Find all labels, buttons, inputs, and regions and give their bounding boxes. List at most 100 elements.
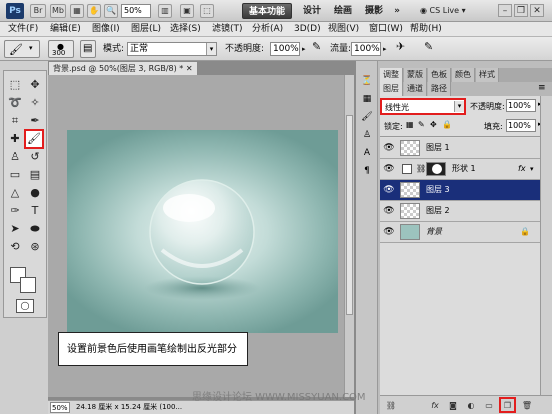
paragraph-panel-icon[interactable]: ¶	[360, 165, 374, 177]
layer-row-selected[interactable]: 👁 图层 3	[380, 180, 540, 201]
layer-opacity-input[interactable]: 100%	[506, 99, 536, 112]
tab-channels[interactable]: 通道	[404, 82, 427, 96]
menu-analysis[interactable]: 分析(A)	[252, 22, 283, 37]
healing-brush-tool-icon[interactable]: ✚	[6, 131, 24, 147]
hand-tool-icon[interactable]	[6, 249, 24, 265]
layers-scrollbar[interactable]	[540, 96, 552, 414]
menu-image[interactable]: 图像(I)	[92, 22, 120, 37]
flow-input[interactable]: 100%	[351, 42, 381, 56]
clone-source-panel-icon[interactable]: ♙	[360, 129, 374, 141]
eye-icon[interactable]: 👁	[383, 163, 395, 175]
brush-panel-toggle[interactable]: ▤	[80, 40, 96, 58]
dodge-tool-icon[interactable]: ●	[26, 185, 44, 201]
layer-row[interactable]: 👁 图层 1	[380, 138, 540, 159]
zoom-level-field[interactable]: 50%	[121, 4, 151, 18]
restore-button[interactable]: ❐	[514, 4, 528, 17]
screen-mode-button[interactable]: ▣	[180, 4, 194, 18]
workspace-design-button[interactable]: 设计	[299, 3, 325, 19]
extras-button[interactable]: ⬚	[200, 4, 214, 18]
opacity-slider-arrow[interactable]: ▸	[302, 43, 306, 55]
blend-mode-select[interactable]: 线性光 ▾	[380, 98, 466, 115]
type-tool-icon[interactable]: T	[26, 203, 44, 219]
eye-icon[interactable]: 👁	[383, 226, 395, 238]
shape-tool-icon[interactable]: ⬬	[26, 221, 44, 237]
eye-icon[interactable]: 👁	[383, 184, 395, 196]
tab-adjustments[interactable]: 调整	[380, 68, 403, 82]
layer-row[interactable]: 👁 图层 2	[380, 201, 540, 222]
tab-layers[interactable]: 图层	[380, 82, 403, 96]
menu-layer[interactable]: 图层(L)	[131, 22, 161, 37]
flow-slider-arrow[interactable]: ▸	[383, 43, 387, 55]
fill-input[interactable]: 100%	[506, 119, 536, 132]
adjustment-layer-icon[interactable]: ◐	[464, 399, 478, 412]
chevron-down-icon[interactable]: ▾	[530, 163, 534, 175]
quick-select-tool-icon[interactable]: ✧	[26, 95, 44, 111]
clone-stamp-tool-icon[interactable]: ♙	[6, 149, 24, 165]
brush-presets-panel-icon[interactable]: 🖌	[360, 111, 374, 123]
lasso-tool-icon[interactable]: ➰	[6, 95, 24, 111]
history-panel-icon[interactable]: ⏳	[360, 75, 374, 87]
brush-tool-icon[interactable]: 🖌	[24, 129, 44, 149]
add-mask-icon[interactable]: ◙	[446, 399, 460, 412]
history-brush-tool-icon[interactable]: ↺	[26, 149, 44, 165]
gradient-tool-icon[interactable]: ▤	[26, 167, 44, 183]
arrange-docs-button[interactable]: ▥	[158, 4, 172, 18]
delete-layer-icon[interactable]: 🗑	[520, 399, 534, 412]
close-icon[interactable]: ✕	[183, 64, 193, 73]
document-tab[interactable]: 背景.psd @ 50%(图层 3, RGB/8) * ✕	[48, 61, 198, 75]
mini-bridge-button[interactable]: Mb	[50, 4, 66, 18]
3d-orbit-tool-icon[interactable]: ⊛	[26, 239, 44, 255]
bridge-button[interactable]: Br	[30, 4, 46, 18]
lock-position-icon[interactable]: ✥	[430, 120, 437, 129]
tab-swatches[interactable]: 色板	[428, 68, 451, 82]
mode-select[interactable]: 正常 ▾	[127, 42, 217, 56]
new-group-icon[interactable]: ▭	[482, 399, 496, 412]
quick-mask-icon[interactable]: ◯	[16, 299, 34, 313]
link-layers-icon[interactable]: ⛓	[384, 399, 398, 412]
menu-file[interactable]: 文件(F)	[8, 22, 38, 37]
document-canvas[interactable]	[67, 130, 338, 333]
new-layer-icon[interactable]: ❐	[499, 397, 516, 413]
fx-icon[interactable]: fx	[518, 163, 526, 175]
cs-live-button[interactable]: ◉ CS Live ▾	[420, 4, 466, 18]
guides-button[interactable]: ▦	[70, 4, 84, 18]
move-tool-icon[interactable]: ✥	[26, 77, 44, 93]
lock-transparent-icon[interactable]: ▦	[406, 120, 414, 129]
tab-styles[interactable]: 样式	[476, 68, 499, 82]
tablet-pressure-opacity-icon[interactable]: ✎	[312, 41, 321, 53]
more-workspaces-button[interactable]: »	[391, 3, 403, 19]
airbrush-icon[interactable]: ✈	[396, 41, 405, 53]
tab-color[interactable]: 颜色	[452, 68, 475, 82]
menu-view[interactable]: 视图(V)	[328, 22, 359, 37]
fx-icon[interactable]: fx	[428, 399, 442, 412]
panel-menu-icon[interactable]: ≡	[538, 83, 546, 93]
eyedropper-tool-icon[interactable]: ✒	[26, 113, 44, 129]
pen-tool-icon[interactable]: ✑	[6, 203, 24, 219]
layer-row[interactable]: 👁 背景 🔒	[380, 222, 540, 243]
brush-preset-picker[interactable]: ● 300	[48, 40, 74, 58]
status-zoom[interactable]: 50%	[50, 402, 70, 413]
hand-button[interactable]: ✋	[87, 4, 101, 18]
opacity-input[interactable]: 100%	[270, 42, 300, 56]
eye-icon[interactable]: 👁	[383, 142, 395, 154]
zoom-tool-button[interactable]: 🔍	[104, 4, 118, 18]
menu-select[interactable]: 选择(S)	[170, 22, 201, 37]
menu-3d[interactable]: 3D(D)	[294, 22, 321, 37]
character-panel-icon[interactable]: A	[360, 147, 374, 159]
tab-masks[interactable]: 蒙版	[404, 68, 427, 82]
background-color-swatch[interactable]	[20, 277, 36, 293]
eye-icon[interactable]: 👁	[383, 205, 395, 217]
workspace-painting-button[interactable]: 绘画	[330, 3, 356, 19]
eraser-tool-icon[interactable]: ▭	[6, 167, 24, 183]
lock-pixels-icon[interactable]: ✎	[418, 120, 425, 129]
tab-paths[interactable]: 路径	[428, 82, 451, 96]
lock-all-icon[interactable]: 🔒	[442, 120, 452, 129]
tablet-pressure-size-icon[interactable]: ✎	[424, 41, 433, 53]
minimize-button[interactable]: –	[498, 4, 512, 17]
workspace-essentials-button[interactable]: 基本功能	[242, 3, 292, 19]
path-select-tool-icon[interactable]: ➤	[6, 221, 24, 237]
menu-window[interactable]: 窗口(W)	[369, 22, 403, 37]
menu-filter[interactable]: 滤镜(T)	[212, 22, 243, 37]
menu-edit[interactable]: 编辑(E)	[50, 22, 81, 37]
marquee-tool-icon[interactable]: ⬚	[6, 77, 24, 93]
